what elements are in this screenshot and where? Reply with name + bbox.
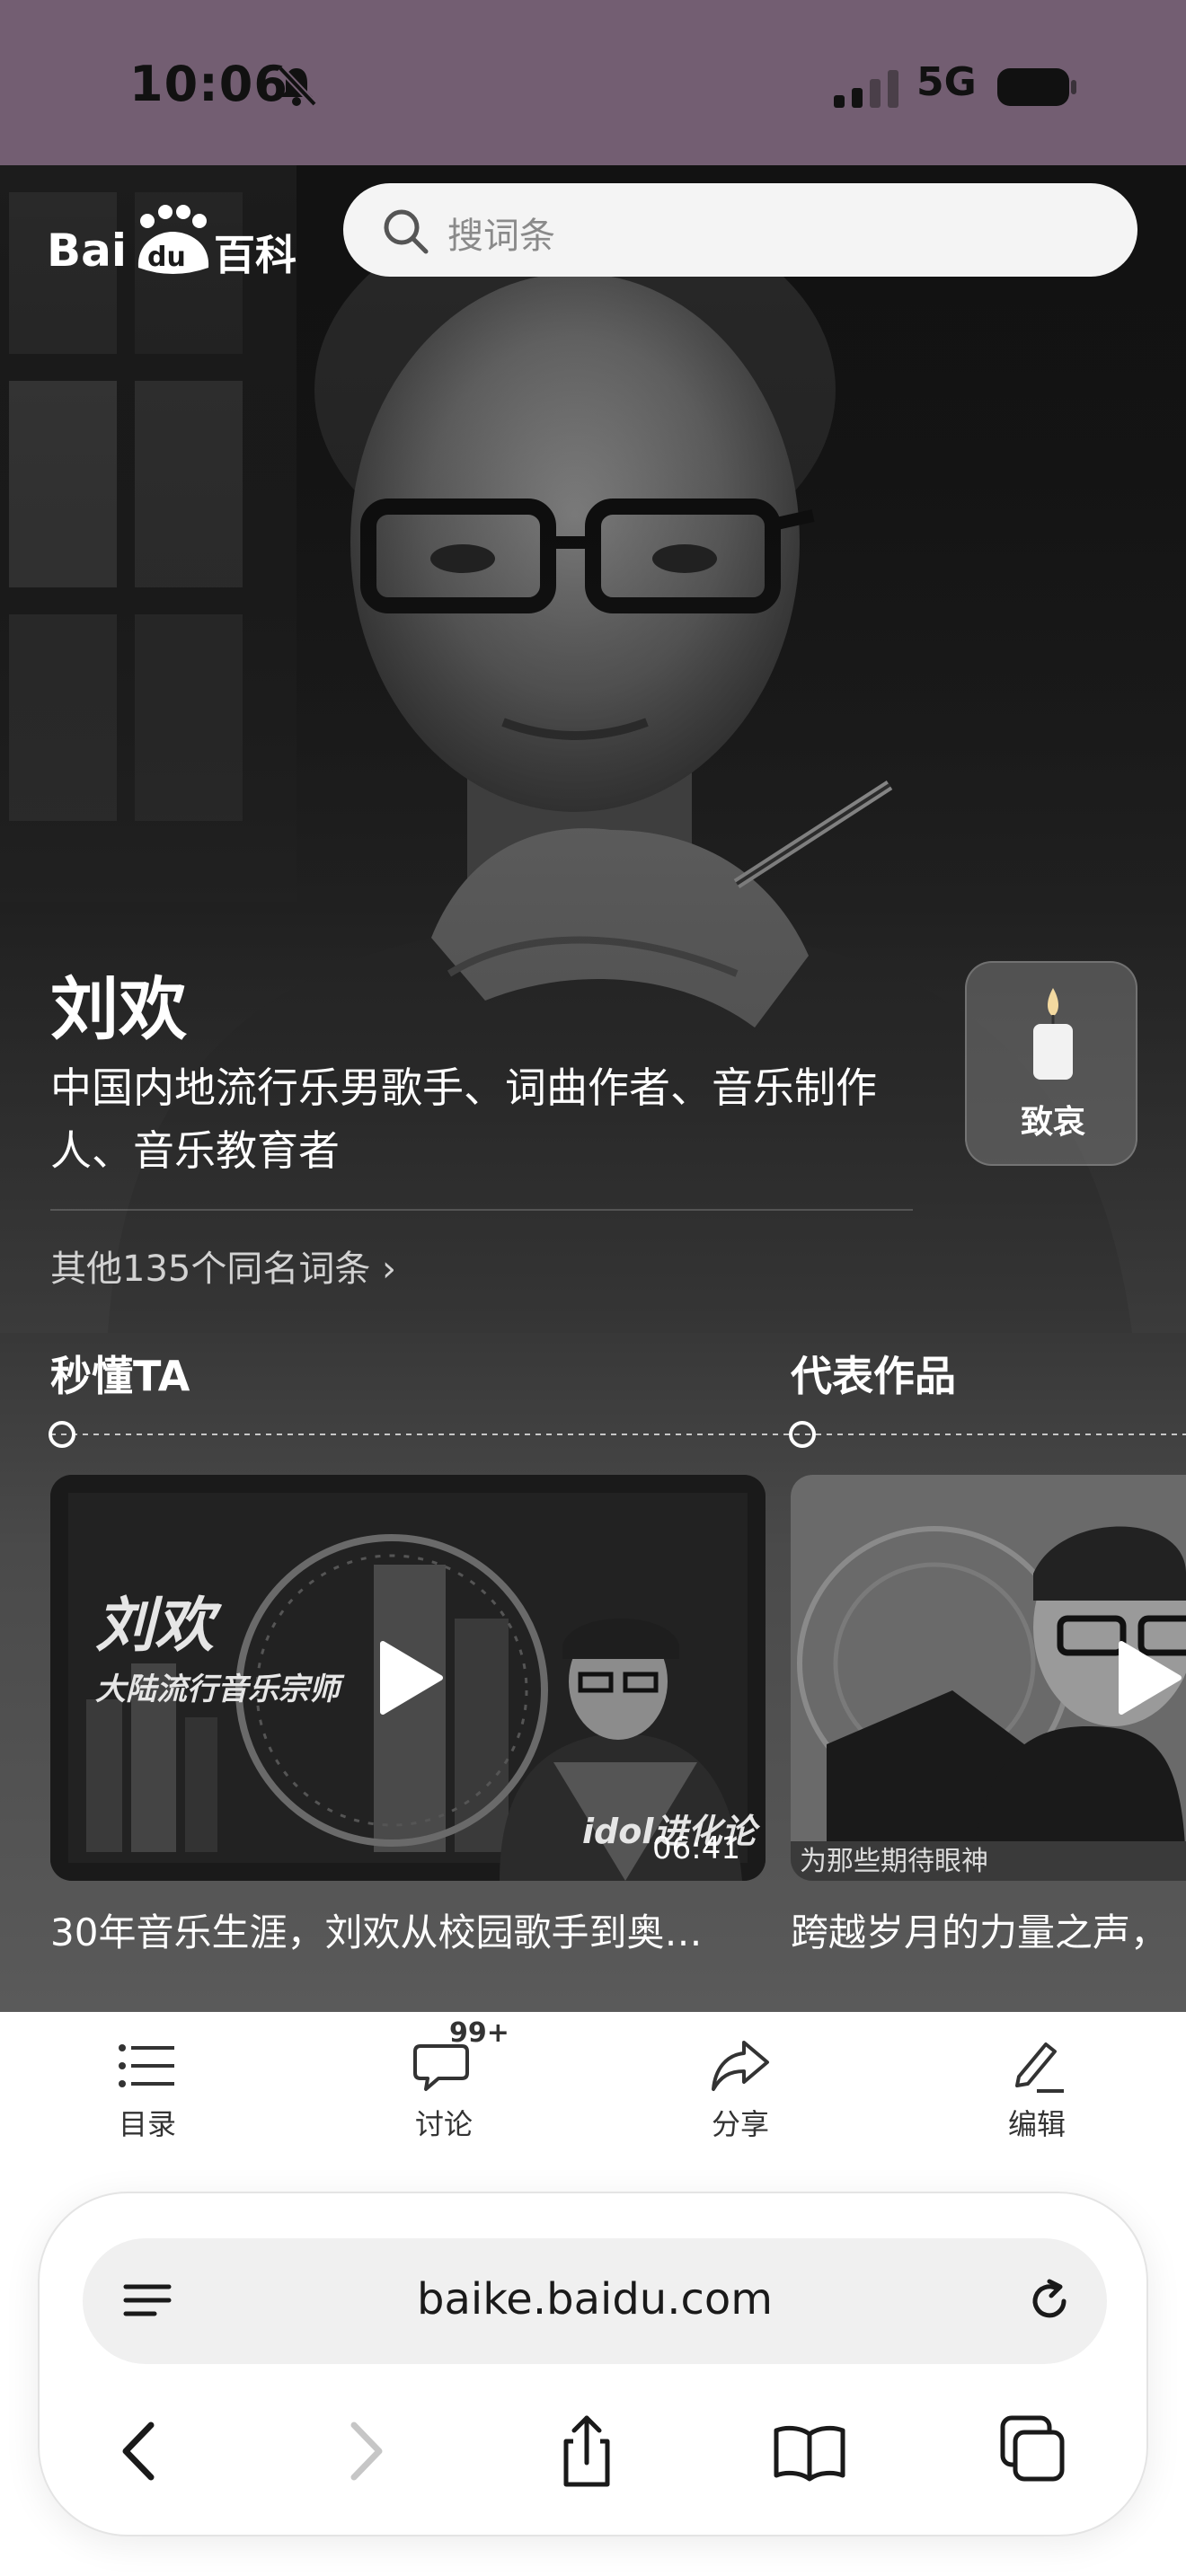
video-card[interactable]: 刘欢 大陆流行音乐宗师 idol进化论 06:41 — [50, 1475, 766, 1881]
mourn-button[interactable]: 致哀 — [965, 961, 1137, 1166]
silent-bell-icon — [278, 66, 317, 107]
battery-icon — [997, 68, 1076, 106]
tabs-icon[interactable] — [992, 2411, 1073, 2492]
toolbar-label: 编辑 — [1007, 2107, 1066, 2141]
mourn-label: 致哀 — [1020, 1104, 1085, 1141]
address-bar[interactable]: baike.baidu.com — [83, 2238, 1107, 2364]
forward-icon[interactable] — [323, 2411, 404, 2492]
thumb-subtitle: 大陆流行音乐宗师 — [95, 1672, 345, 1707]
svg-text:百科: 百科 — [214, 231, 296, 279]
toolbar-discuss-button[interactable]: 讨论 — [354, 2037, 534, 2143]
entry-description: 中国内地流行乐男歌手、词曲作者、音乐制作人、音乐教育者 — [50, 1063, 877, 1175]
toolbar-label: 分享 — [711, 2107, 769, 2141]
reload-icon[interactable] — [1022, 2274, 1076, 2328]
same-name-entries-link[interactable]: 其他135个同名词条 › — [50, 1239, 396, 1292]
play-icon[interactable] — [365, 1636, 447, 1719]
toolbar-label: 讨论 — [414, 2107, 473, 2141]
search-icon — [384, 209, 429, 254]
toolbar-share-button[interactable]: 分享 — [651, 2037, 830, 2143]
candle-icon — [1033, 988, 1073, 1080]
edit-icon — [1015, 2042, 1064, 2093]
share-icon[interactable] — [546, 2411, 627, 2492]
svg-text:Bai: Bai — [47, 225, 127, 277]
play-icon[interactable] — [1103, 1636, 1186, 1719]
status-bar: 10:06 5G — [0, 0, 1186, 165]
clock: 10:06 — [129, 56, 288, 112]
bottom-toolbar: 目录 讨论 99+ 分享 编辑 — [0, 2012, 1186, 2165]
signal-icon — [834, 70, 898, 108]
baidu-baike-logo[interactable]: Bai du 百科 — [47, 201, 300, 282]
video-caption[interactable]: 30年音乐生涯，刘欢从校园歌手到奥… — [50, 1902, 766, 1957]
video-card[interactable]: 为那些期待眼神 — [791, 1475, 1186, 1881]
back-icon[interactable] — [101, 2411, 181, 2492]
toolbar-contents-button[interactable]: 目录 — [58, 2037, 237, 2143]
thumb-subtitle: 为那些期待眼神 — [800, 1846, 988, 1877]
network-type: 5G — [916, 59, 977, 105]
video-caption[interactable]: 跨越岁月的力量之声， — [791, 1902, 1186, 1957]
search-bar[interactable]: 搜词条 — [343, 183, 1137, 277]
section-title-quick[interactable]: 秒懂TA — [50, 1344, 190, 1403]
thumb-title: 刘欢 — [95, 1591, 223, 1660]
timeline-line — [50, 1434, 1186, 1435]
divider — [50, 1209, 913, 1211]
svg-text:du: du — [147, 242, 186, 273]
comment-count-badge: 99+ — [449, 2017, 509, 2049]
entry-title: 刘欢 — [50, 969, 187, 1049]
list-icon — [119, 2044, 174, 2087]
share-icon — [712, 2041, 769, 2091]
toolbar-label: 目录 — [118, 2107, 176, 2141]
url-text[interactable]: baike.baidu.com — [83, 2274, 1107, 2325]
bookmarks-icon[interactable] — [769, 2411, 850, 2492]
section-title-works[interactable]: 代表作品 — [791, 1344, 956, 1403]
search-placeholder: 搜词条 — [447, 216, 555, 257]
browser-bar: baike.baidu.com — [38, 2192, 1148, 2536]
timeline-dot — [49, 1421, 75, 1448]
timeline-dot — [789, 1421, 816, 1448]
video-duration: 06:41 — [652, 1831, 740, 1866]
toolbar-edit-button[interactable]: 编辑 — [947, 2037, 1127, 2143]
